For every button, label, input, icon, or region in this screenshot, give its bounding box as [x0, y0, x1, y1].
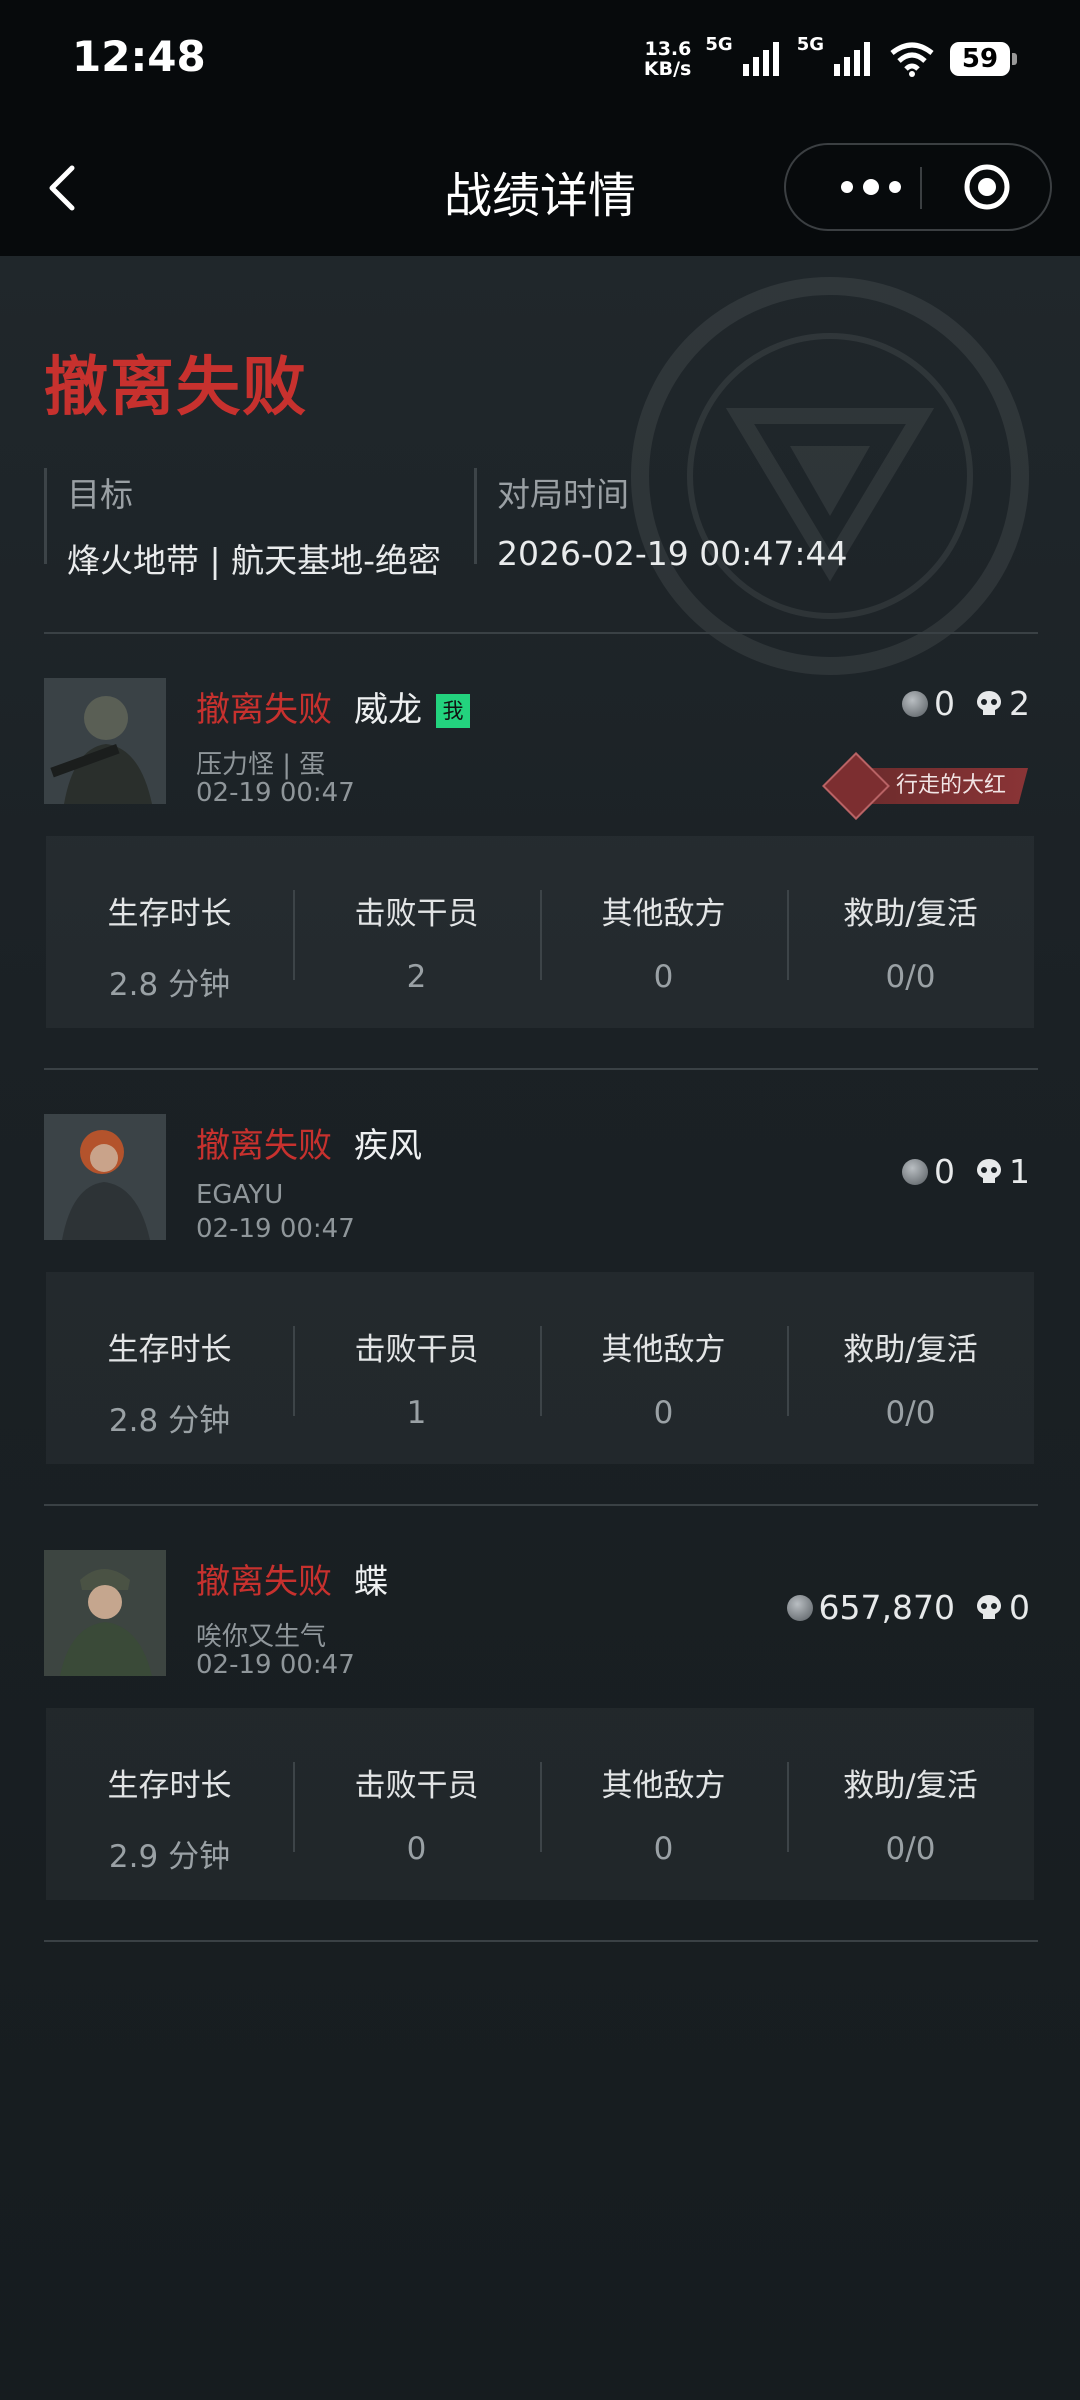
player-time: 02-19 00:47	[196, 1650, 355, 1680]
match-time-value: 2026-02-19 00:47:44	[497, 534, 848, 573]
divider	[44, 1504, 1038, 1506]
coin-icon	[902, 690, 928, 717]
stat-survival: 生存时长 2.8 分钟	[107, 896, 232, 1003]
stat-assist: 救助/复活 0/0	[787, 1708, 1034, 1900]
content-area: 撤离失败 目标 烽火地带 | 航天基地-绝密 对局时间 2026-02-19 0…	[0, 256, 1080, 2400]
status-icons: 13.6 KB/s 5G 5G 59	[643, 34, 1017, 84]
coin-count: 657,870	[818, 1588, 955, 1627]
divider	[44, 1068, 1038, 1070]
player-name: 疾风	[354, 1126, 422, 1166]
me-badge: 我	[436, 694, 470, 728]
network-type-1: 5G	[705, 34, 733, 55]
kill-count: 0	[1009, 1588, 1030, 1627]
kill-count: 1	[1009, 1152, 1030, 1191]
capsule-divider	[920, 167, 922, 209]
target-label: 目标	[67, 475, 133, 514]
coin-count: 0	[934, 1152, 955, 1191]
player-time: 02-19 00:47	[196, 1214, 355, 1244]
network-type-2: 5G	[796, 34, 824, 55]
stat-kills: 击败干员 0	[293, 1708, 540, 1900]
player-stats: 生存时长 2.8 分钟 击败干员 1 其他敌方 0 救助/复活 0/0	[46, 1272, 1034, 1464]
nav-bar: 战绩详情	[0, 118, 1080, 256]
skull-icon	[977, 690, 1001, 715]
rank-emblem-icon	[822, 752, 890, 820]
player-counts: 657,870 0	[786, 1588, 1030, 1627]
more-button[interactable]	[826, 145, 916, 229]
player-name: 蝶	[354, 1562, 388, 1602]
signal-icon	[834, 42, 870, 76]
stat-others: 其他敌方 0	[540, 1708, 787, 1900]
stat-others: 其他敌方 0	[540, 1272, 787, 1464]
player-stats: 生存时长 2.8 分钟 击败干员 2 其他敌方 0 救助/复活 0/0	[46, 836, 1034, 1028]
stat-survival: 生存时长 2.9 分钟	[107, 1768, 232, 1875]
player-counts: 0 2	[902, 684, 1030, 723]
network-speed: 13.6 KB/s	[643, 38, 692, 80]
match-time-info: 对局时间 2026-02-19 00:47:44	[474, 468, 847, 573]
avatar	[44, 1114, 166, 1240]
skull-icon	[977, 1594, 1001, 1619]
player-card[interactable]: 撤离失败 威龙我 压力怪 | 蛋 02-19 00:47 0 2 行走的大红 生…	[44, 678, 1038, 1068]
player-subtitle: 唉你又生气	[196, 1622, 327, 1652]
stat-kills: 击败干员 1	[293, 1272, 540, 1464]
stat-assist: 救助/复活 0/0	[787, 1272, 1034, 1464]
close-target-icon[interactable]	[963, 163, 1011, 211]
player-status: 撤离失败	[196, 690, 332, 730]
signal-icon	[742, 42, 779, 76]
match-time-label: 对局时间	[497, 475, 629, 514]
stat-assist: 救助/复活 0/0	[787, 836, 1034, 1028]
battery-icon: 59	[950, 42, 1017, 76]
player-name: 威龙我	[354, 682, 470, 731]
divider	[44, 1940, 1038, 1942]
coin-icon	[786, 1594, 813, 1621]
player-card[interactable]: 撤离失败 疾风 EGAYU 02-19 00:47 0 1 生存时长 2.8 分…	[44, 1114, 1038, 1504]
clock: 12:48	[72, 32, 206, 81]
kill-count: 2	[1009, 684, 1030, 723]
rank-badge: 行走的大红	[822, 752, 1028, 820]
coin-count: 0	[934, 684, 955, 723]
operator-portrait-icon	[44, 1550, 166, 1676]
mini-program-capsule	[784, 143, 1052, 231]
wifi-icon	[890, 42, 934, 77]
avatar	[44, 1550, 166, 1676]
more-dots-icon	[841, 181, 853, 193]
player-subtitle: EGAYU	[196, 1180, 284, 1210]
stat-survival: 生存时长 2.8 分钟	[107, 1332, 232, 1439]
player-counts: 0 1	[902, 1152, 1030, 1191]
target-value: 烽火地带 | 航天基地-绝密	[67, 541, 442, 580]
target-info: 目标 烽火地带 | 航天基地-绝密	[44, 468, 441, 580]
rank-label: 行走的大红	[869, 768, 1028, 804]
operator-portrait-icon	[44, 678, 166, 804]
stat-others: 其他敌方 0	[540, 836, 787, 1028]
avatar	[44, 678, 166, 804]
player-subtitle: 压力怪 | 蛋	[196, 750, 326, 780]
player-stats: 生存时长 2.9 分钟 击败干员 0 其他敌方 0 救助/复活 0/0	[46, 1708, 1034, 1900]
coin-icon	[902, 1158, 928, 1185]
player-status: 撤离失败	[196, 1126, 332, 1166]
divider	[44, 632, 1038, 634]
match-result-title: 撤离失败	[44, 351, 308, 425]
player-card[interactable]: 撤离失败 蝶 唉你又生气 02-19 00:47 657,870 0 生存时长 …	[44, 1550, 1038, 1940]
status-bar: 12:48 13.6 KB/s 5G 5G 59	[0, 0, 1080, 118]
player-status: 撤离失败	[196, 1562, 332, 1602]
stat-kills: 击败干员 2	[293, 836, 540, 1028]
skull-icon	[977, 1158, 1001, 1183]
operator-portrait-icon	[44, 1114, 166, 1240]
player-time: 02-19 00:47	[196, 778, 355, 808]
